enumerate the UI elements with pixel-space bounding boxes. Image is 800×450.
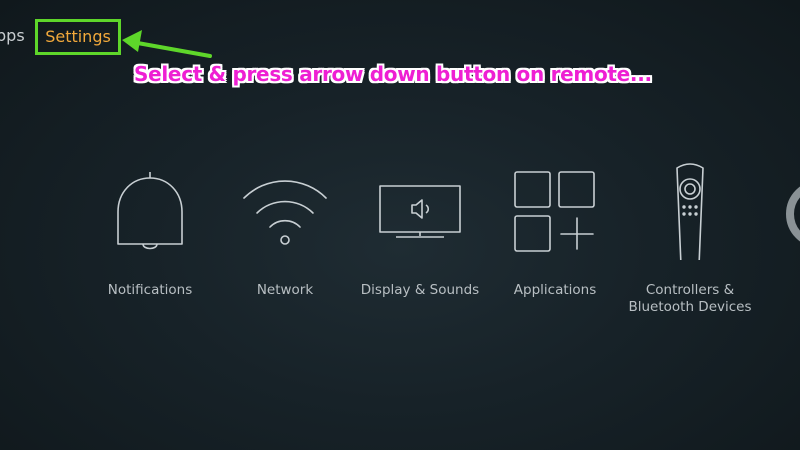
- bell-icon: [75, 160, 225, 260]
- partial-offscreen-tile-icon: [782, 176, 800, 252]
- tile-applications[interactable]: Applications: [480, 160, 630, 320]
- tile-notifications[interactable]: Notifications: [75, 160, 225, 320]
- nav-apps[interactable]: pps: [0, 26, 25, 46]
- wifi-icon: [210, 160, 360, 260]
- tile-label: Network: [256, 282, 314, 298]
- tile-label: Display & Sounds: [360, 282, 480, 298]
- tile-controllers-bluetooth[interactable]: Controllers & Bluetooth Devices: [615, 160, 765, 320]
- apps-grid-icon: [480, 160, 630, 260]
- monitor-speaker-icon: [345, 160, 495, 260]
- tile-label: Notifications: [107, 282, 193, 298]
- annotation-instruction: Select & press arrow down button on remo…: [134, 62, 652, 86]
- tile-network[interactable]: Network: [210, 160, 360, 320]
- tile-display-sounds[interactable]: Display & Sounds: [345, 160, 495, 320]
- tile-label: Controllers & Bluetooth Devices: [628, 282, 752, 315]
- annotation-arrow-icon: [122, 30, 212, 58]
- nav-settings[interactable]: Settings: [35, 19, 121, 55]
- tile-label: Applications: [513, 282, 597, 298]
- remote-icon: [615, 160, 765, 260]
